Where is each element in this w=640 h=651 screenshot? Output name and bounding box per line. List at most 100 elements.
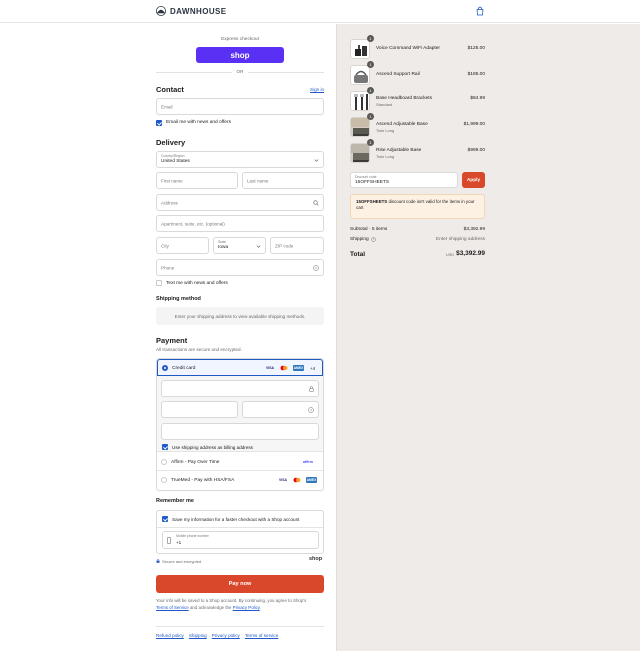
apartment-placeholder: Apartment, suite, etc. (optional) [161,221,225,226]
affirm-radio[interactable] [161,459,167,465]
terms-of-service-footer-link[interactable]: Terms of service [245,633,278,638]
sms-news-checkbox[interactable] [156,280,162,286]
card-details-panel: ? Use shipping address as billing addres… [157,376,323,452]
remember-me-box: Save my information for a faster checkou… [156,510,324,554]
product-price: $84.99 [470,96,485,101]
address-placeholder: Address [161,200,178,205]
brand-logo-icon [156,6,166,16]
footer-divider [156,626,324,627]
mastercard-logo-icon [280,365,288,371]
email-news-label: Email me with news and offers [166,120,231,125]
help-icon[interactable]: ? [370,237,376,242]
shipping-method-message: Enter your shipping address to view avai… [156,307,324,325]
billing-address-checkbox[interactable] [162,444,168,450]
chevron-down-icon [256,245,261,248]
product-name: Ascend Support Rail [376,72,420,77]
sms-news-label: Text me with news and offers [166,280,228,286]
refund-policy-link[interactable]: Refund policy [156,633,184,638]
payment-heading: Payment [156,336,188,345]
svg-text:?: ? [315,266,317,270]
visa-logo: VISA [266,366,274,370]
brand-name: DAWNHOUSE [170,6,227,16]
name-on-card-field[interactable] [161,423,319,440]
shop-pay-button[interactable]: shop [196,47,284,63]
adapter-image-icon [355,45,367,56]
save-info-checkbox[interactable] [162,516,168,522]
discount-code-value: 15OFFSHEETS [355,180,390,185]
quantity-badge: 1 [367,113,374,120]
order-item: 1 Base Headboard Brackets Standard [350,87,486,112]
more-cards-count: +4 [310,365,316,371]
credit-card-option[interactable]: Credit card VISA AMEX +4 [157,359,323,376]
brand-logo[interactable]: DAWNHOUSE [156,6,227,16]
product-thumbnail [350,143,370,163]
help-icon[interactable]: ? [308,407,314,413]
product-thumbnail [350,91,370,111]
truemed-radio[interactable] [161,477,167,483]
zip-field[interactable]: ZIP code [270,237,324,254]
total-label: Total [350,251,366,258]
brackets-image-icon [354,94,368,110]
total-currency: USD [446,253,455,257]
phone-field[interactable]: Phone ? [156,259,324,276]
zip-placeholder: ZIP code [275,243,294,248]
product-name: Base Headboard Brackets [376,96,432,101]
card-number-field[interactable] [161,380,319,397]
truemed-label: TrueMed - Pay with HSA/FSA [171,477,235,483]
product-price: $125.00 [467,46,485,51]
security-code-field[interactable]: ? [242,401,319,418]
order-summary: 1 Voice Command WiFi Adapter $125.00 1 A… [336,24,640,651]
terms-of-service-link[interactable]: Terms of Service [156,605,189,610]
last-name-field[interactable]: Last name [242,172,324,189]
pay-now-button[interactable]: Pay now [156,575,324,593]
product-price: $185.00 [467,72,485,77]
chevron-down-icon [314,159,319,162]
privacy-policy-footer-link[interactable]: Privacy policy [212,633,240,638]
email-field[interactable]: Email [156,98,324,115]
shop-logo: shop [309,556,323,562]
privacy-policy-link[interactable]: Privacy Policy [233,605,260,610]
quantity-badge: 1 [367,61,374,68]
address-field[interactable]: Address [156,194,324,211]
help-icon[interactable]: ? [313,265,319,271]
credit-card-label: Credit card [172,365,196,371]
product-name: Voice Command WiFi Adapter [376,46,440,51]
shopping-bag-icon[interactable] [475,6,485,16]
state-select[interactable]: State Iowa [213,237,266,254]
product-thumbnail [350,39,370,59]
quantity-badge: 1 [367,35,374,42]
city-field[interactable]: City [156,237,209,254]
discount-code-field[interactable]: Discount code 15OFFSHEETS [350,172,458,188]
delivery-heading: Delivery [156,138,186,147]
shipping-label: Shipping [350,237,369,242]
sign-in-link[interactable]: Sign in [310,87,324,92]
mobile-phone-icon [167,537,171,544]
product-name: Rise Adjustable Base [376,148,422,153]
affirm-option[interactable]: Affirm - Pay Over Time affirm [157,453,323,471]
apartment-field[interactable]: Apartment, suite, etc. (optional) [156,215,324,232]
secure-lock-icon [156,559,160,563]
first-name-field[interactable]: First name [156,172,238,189]
save-info-label: Save my information for a faster checkou… [172,516,300,522]
discount-code-label: Discount code [355,175,377,179]
credit-card-radio[interactable] [162,365,168,371]
affirm-logo: affirm [303,459,313,464]
country-label: Country/Region [161,154,185,158]
footer-links: Refund policy Shipping Privacy policy Te… [156,633,278,638]
expiration-field[interactable] [161,401,238,418]
shipping-link[interactable]: Shipping [189,633,207,638]
product-price: $999.00 [467,148,485,153]
legal-text: Your info will be saved to a Shop accoun… [156,598,324,611]
secure-text: Secure and encrypted [162,559,202,564]
total-value: $3,392.99 [456,250,485,257]
country-select[interactable]: Country/Region United States [156,151,324,168]
shipping-row: Shipping ? [350,237,376,242]
mobile-phone-field[interactable]: Mobile phone number +1 [162,531,319,549]
state-label: State [218,240,226,244]
apply-discount-button[interactable]: Apply [462,172,485,188]
legal-and: and acknowledge the [189,604,232,610]
product-variant: Twin Long [376,128,395,133]
truemed-option[interactable]: TrueMed - Pay with HSA/FSA VISA AMEX [157,471,323,490]
discount-error-code: 15OFFSHEETS [356,199,388,204]
email-news-checkbox[interactable] [156,120,162,126]
